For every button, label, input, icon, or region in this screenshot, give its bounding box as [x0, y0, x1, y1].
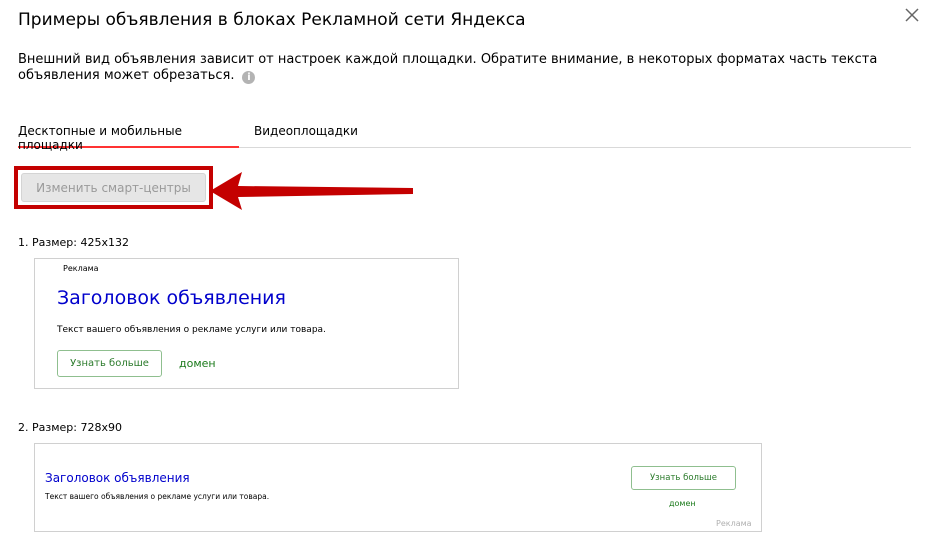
learn-more-button[interactable]: Узнать больше [57, 350, 162, 377]
ad-domain[interactable]: домен [179, 357, 216, 370]
ad-headline[interactable]: Заголовок объявления [57, 287, 286, 309]
ad-tag: Реклама [63, 264, 99, 273]
info-icon[interactable]: i [242, 71, 256, 84]
learn-more-button[interactable]: Узнать больше [631, 466, 736, 490]
ad-text: Текст вашего объявления о рекламе услуги… [57, 325, 326, 335]
tab-desktop-mobile[interactable]: Десктопные и мобильные площадки [18, 124, 239, 152]
description-text: Внешний вид объявления зависит от настро… [18, 52, 878, 83]
dialog-title: Примеры объявления в блоках Рекламной се… [18, 10, 526, 30]
ad-domain[interactable]: домен [669, 499, 696, 508]
example-1-size-label: 1. Размер: 425x132 [18, 236, 129, 249]
example-2-size-label: 2. Размер: 728x90 [18, 421, 122, 434]
close-icon[interactable] [903, 6, 921, 24]
ad-preview-425x132: Реклама Заголовок объявления Текст вашег… [34, 258, 459, 389]
change-smart-centers-button[interactable]: Изменить смарт-центры [21, 173, 206, 202]
ad-preview-728x90: Заголовок объявления Текст вашего объявл… [34, 443, 762, 532]
annotation-arrow [210, 172, 413, 210]
ad-text: Текст вашего объявления о рекламе услуги… [45, 492, 270, 501]
dialog-description: Внешний вид объявления зависит от настро… [18, 52, 918, 84]
ad-tag: Реклама [716, 519, 752, 528]
ad-headline[interactable]: Заголовок объявления [45, 471, 190, 485]
tab-video[interactable]: Видеоплощадки [254, 124, 358, 148]
tab-bar: Десктопные и мобильные площадки Видеопло… [18, 124, 911, 152]
